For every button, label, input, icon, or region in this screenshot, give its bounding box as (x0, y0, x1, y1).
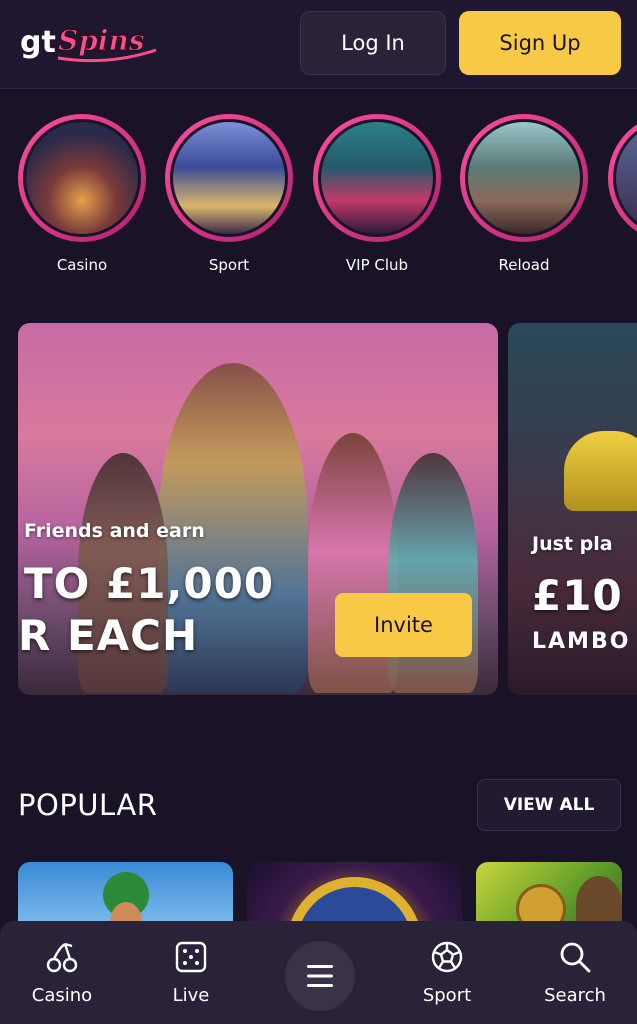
search-icon (525, 939, 625, 975)
promo-headline: TO £1,000 (24, 559, 275, 608)
category-ring (165, 114, 293, 242)
category-label: Casino (56, 256, 108, 274)
nav-label: Live (172, 985, 210, 1006)
nav-casino[interactable]: Casino (12, 939, 112, 1006)
gtspins-logo[interactable]: gt Spins (18, 18, 160, 70)
promo-subtitle: Just pla (532, 533, 613, 555)
nav-search[interactable]: Search (525, 939, 625, 1006)
category-carousel[interactable]: Casino Sport VIP Club Reload (0, 100, 637, 290)
category-ring (460, 114, 588, 242)
reload-thumbnail (465, 119, 583, 237)
casino-thumbnail (23, 119, 141, 237)
category-vip-club[interactable]: VIP Club (313, 114, 441, 274)
car-image (564, 431, 637, 511)
promo-subline: LAMBO (532, 629, 631, 654)
soccer-ball-icon (397, 939, 497, 975)
promo-headline: R EACH (18, 611, 199, 660)
login-button[interactable]: Log In (300, 11, 446, 75)
nav-live[interactable]: Live (141, 939, 241, 1006)
hamburger-menu-icon (307, 965, 333, 987)
next-category-thumbnail (613, 119, 637, 237)
promo-banner-lambo[interactable]: Just pla £10 LAMBO (508, 323, 637, 695)
category-label: VIP Club (345, 256, 409, 274)
bottom-navigation: Casino Live Sport Search (0, 921, 637, 1024)
promo-banner-refer-friends[interactable]: Friends and earn TO £1,000 R EACH Invite (18, 323, 498, 695)
category-next-partial[interactable] (608, 114, 637, 242)
category-reload[interactable]: Reload (460, 114, 588, 274)
cherries-icon (12, 939, 112, 975)
top-header: gt Spins Log In Sign Up (0, 0, 637, 89)
nav-label: Search (544, 985, 606, 1006)
vip-club-thumbnail (318, 119, 436, 237)
dice-icon (141, 939, 241, 975)
category-label: Sport (208, 256, 250, 274)
popular-section-title: POPULAR (18, 788, 158, 822)
nav-label: Sport (422, 985, 472, 1006)
category-casino[interactable]: Casino (18, 114, 146, 274)
svg-text:gt: gt (20, 25, 56, 60)
svg-text:Spins: Spins (58, 24, 145, 57)
promo-subtitle: Friends and earn (24, 520, 205, 542)
category-sport[interactable]: Sport (165, 114, 293, 274)
signup-button[interactable]: Sign Up (459, 11, 621, 75)
invite-button[interactable]: Invite (335, 593, 472, 657)
view-all-button[interactable]: VIEW ALL (477, 779, 621, 831)
category-ring (18, 114, 146, 242)
promo-figure (388, 453, 478, 693)
promo-headline: £10 (532, 571, 623, 620)
category-ring (608, 114, 637, 242)
nav-sport[interactable]: Sport (397, 939, 497, 1006)
category-ring (313, 114, 441, 242)
nav-label: Casino (31, 985, 93, 1006)
category-label: Reload (498, 256, 550, 274)
sport-thumbnail (170, 119, 288, 237)
main-menu-button[interactable] (285, 941, 355, 1011)
